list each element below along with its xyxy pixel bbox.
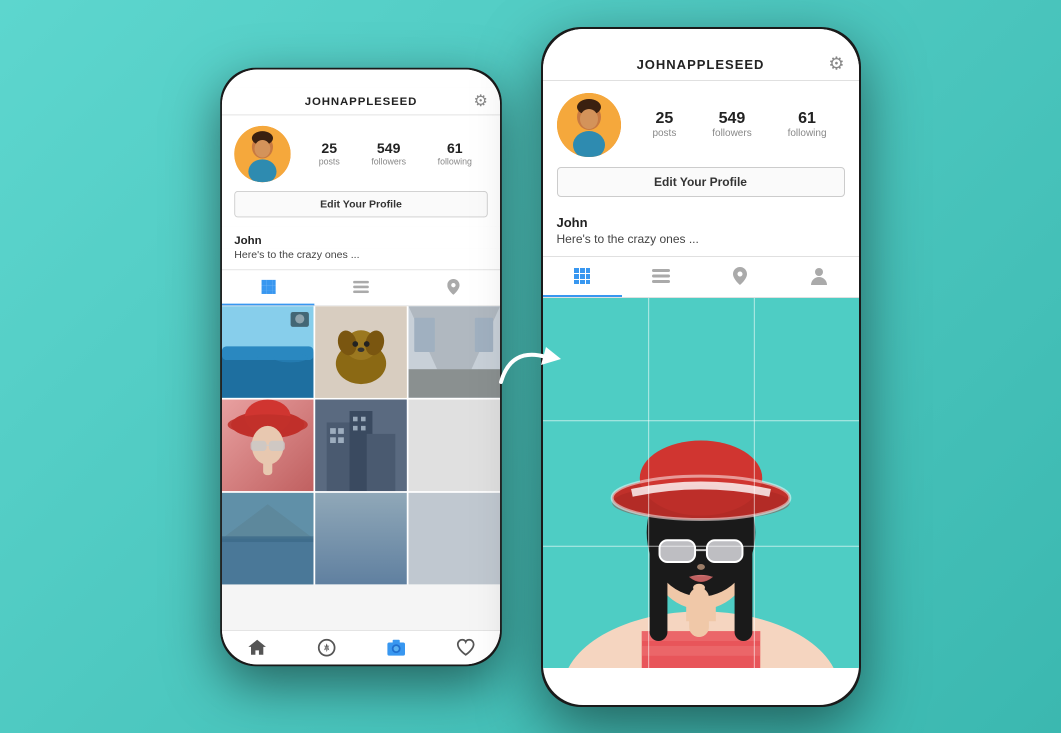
right-posts-number: 25 bbox=[652, 110, 676, 128]
left-posts-number: 25 bbox=[318, 141, 339, 157]
left-nav-heart[interactable] bbox=[430, 638, 500, 657]
right-following-number: 61 bbox=[788, 110, 827, 128]
building-photo bbox=[315, 399, 407, 491]
status-bar-left bbox=[221, 69, 499, 87]
right-posts-label: posts bbox=[652, 128, 676, 139]
right-tab-bar bbox=[543, 256, 859, 298]
left-avatar bbox=[234, 125, 290, 181]
right-avatar-svg bbox=[557, 93, 621, 157]
right-following-label: following bbox=[788, 128, 827, 139]
left-gear-icon[interactable]: ⚙ bbox=[473, 91, 487, 109]
location-icon bbox=[447, 279, 459, 295]
heart-icon bbox=[455, 638, 474, 657]
left-following-label: following bbox=[437, 157, 471, 167]
right-list-icon bbox=[652, 269, 670, 283]
right-profile-name: John bbox=[543, 207, 859, 232]
home-icon bbox=[247, 638, 266, 657]
right-profile-bio: Here's to the crazy ones ... bbox=[543, 232, 859, 256]
grid-icon bbox=[260, 279, 276, 295]
right-tab-location[interactable] bbox=[701, 257, 780, 297]
left-tab-grid[interactable] bbox=[221, 270, 314, 305]
camera-icon bbox=[386, 638, 405, 657]
woman-small-photo bbox=[221, 399, 313, 491]
right-app-header: JOHNAPPLESEED ⚙ bbox=[543, 49, 859, 81]
phones-container: JOHNAPPLESEED ⚙ bbox=[171, 27, 891, 707]
water-photo bbox=[221, 492, 313, 584]
left-followers-number: 549 bbox=[371, 141, 406, 157]
left-nav-home[interactable] bbox=[221, 638, 291, 657]
grid-cell-2[interactable] bbox=[315, 306, 407, 398]
grid-cell-5[interactable] bbox=[315, 399, 407, 491]
left-tab-bar bbox=[221, 269, 499, 306]
right-stat-posts: 25 posts bbox=[652, 110, 676, 139]
arrow-container bbox=[491, 327, 571, 407]
right-tab-grid[interactable] bbox=[543, 257, 622, 297]
right-phone-screen: JOHNAPPLESEED ⚙ bbox=[543, 29, 859, 705]
left-phone-screen: JOHNAPPLESEED ⚙ bbox=[221, 69, 499, 664]
right-full-image-view bbox=[543, 298, 859, 668]
grid-cell-1[interactable] bbox=[221, 306, 313, 398]
left-avatar-svg bbox=[234, 125, 290, 181]
left-profile-name: John bbox=[221, 226, 499, 248]
left-header-title: JOHNAPPLESEED bbox=[304, 94, 417, 107]
right-stats-row: 25 posts 549 followers 61 following bbox=[635, 110, 845, 139]
status-bar-right bbox=[543, 29, 859, 49]
right-grid-icon bbox=[573, 267, 591, 285]
dog-photo bbox=[315, 306, 407, 398]
grid-cell-4[interactable] bbox=[221, 399, 313, 491]
right-stat-followers: 549 followers bbox=[712, 110, 751, 139]
right-location-icon bbox=[733, 267, 747, 285]
compass-icon bbox=[316, 638, 335, 657]
left-nav-camera[interactable] bbox=[361, 638, 431, 657]
grid-cell-7[interactable] bbox=[221, 492, 313, 584]
left-following-number: 61 bbox=[437, 141, 471, 157]
ocean-photo bbox=[221, 306, 313, 398]
right-avatar bbox=[557, 93, 621, 157]
right-full-image-svg bbox=[543, 298, 859, 668]
right-stat-following: 61 following bbox=[788, 110, 827, 139]
left-nav-explore[interactable] bbox=[291, 638, 361, 657]
room-photo bbox=[408, 306, 500, 398]
left-stat-posts: 25 posts bbox=[318, 141, 339, 167]
left-stats-row: 25 posts 549 followers 61 following bbox=[302, 141, 487, 167]
grid-cell-6-empty bbox=[408, 399, 500, 491]
right-header-title: JOHNAPPLESEED bbox=[637, 57, 765, 72]
right-profile-section: 25 posts 549 followers 61 following E bbox=[543, 81, 859, 207]
list-icon bbox=[353, 280, 369, 292]
right-person-icon bbox=[811, 267, 827, 285]
left-stat-following: 61 following bbox=[437, 141, 471, 167]
right-gear-icon[interactable]: ⚙ bbox=[828, 54, 844, 75]
left-tab-location[interactable] bbox=[407, 270, 500, 305]
arrow-svg bbox=[496, 337, 566, 397]
left-profile-section: 25 posts 549 followers 61 following E bbox=[221, 115, 499, 226]
left-posts-label: posts bbox=[318, 157, 339, 167]
left-profile-top: 25 posts 549 followers 61 following bbox=[234, 125, 487, 181]
left-app-header: JOHNAPPLESEED ⚙ bbox=[221, 87, 499, 115]
left-edit-profile-button[interactable]: Edit Your Profile bbox=[234, 190, 487, 216]
grid-cell-3[interactable] bbox=[408, 306, 500, 398]
left-photo-grid bbox=[221, 306, 499, 584]
right-phone: JOHNAPPLESEED ⚙ bbox=[541, 27, 861, 707]
right-tab-list[interactable] bbox=[622, 257, 701, 297]
grid-cell-9[interactable] bbox=[408, 492, 500, 584]
left-bottom-nav bbox=[221, 630, 499, 664]
right-profile-top: 25 posts 549 followers 61 following bbox=[557, 93, 845, 157]
right-tab-person[interactable] bbox=[780, 257, 859, 297]
grid-cell-8[interactable] bbox=[315, 492, 407, 584]
right-followers-number: 549 bbox=[712, 110, 751, 128]
right-followers-label: followers bbox=[712, 128, 751, 139]
left-tab-list[interactable] bbox=[314, 270, 407, 305]
left-followers-label: followers bbox=[371, 157, 406, 167]
left-phone: JOHNAPPLESEED ⚙ bbox=[220, 67, 502, 665]
right-edit-profile-button[interactable]: Edit Your Profile bbox=[557, 167, 845, 197]
left-stat-followers: 549 followers bbox=[371, 141, 406, 167]
left-profile-bio: Here's to the crazy ones ... bbox=[221, 248, 499, 269]
